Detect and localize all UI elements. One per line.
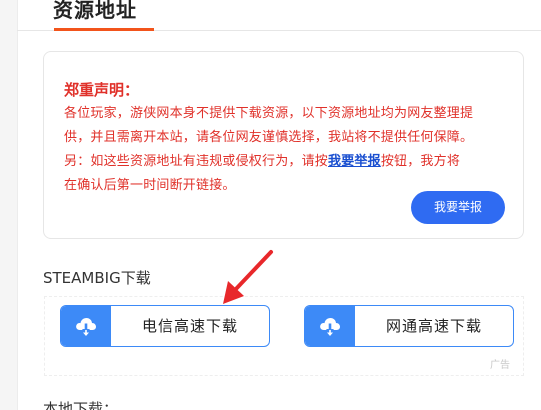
disclaimer-text: 按钮，我方将 (380, 154, 461, 169)
report-button[interactable]: 我要举报 (411, 191, 505, 224)
left-gutter (0, 0, 18, 410)
disclaimer-text: 另：如这些资源地址有违规或侵权行为，请按 (64, 154, 329, 169)
section-title: 资源地址 (53, 0, 137, 22)
report-link[interactable]: 我要举报 (328, 154, 381, 169)
steambig-download-label: STEAMBIG下载 (43, 269, 151, 287)
local-download-label: 本地下载： (43, 400, 119, 410)
section-header: 资源地址 (17, 0, 541, 32)
section-title-underline (54, 28, 154, 31)
disclaimer-line: 另：如这些资源地址有违规或侵权行为，请按我要举报按钮，我方将 (64, 150, 509, 174)
ad-label: 广告 (490, 360, 510, 371)
netcom-download-button[interactable]: 网通高速下载 (304, 305, 514, 347)
red-arrow-annotation (223, 250, 273, 304)
cloud-download-icon (76, 318, 96, 336)
disclaimer-card: 郑重声明： 各位玩家，游侠网本身不提供下载资源，以下资源地址均为网友整理提 供，… (43, 51, 524, 239)
disclaimer-line: 各位玩家，游侠网本身不提供下载资源，以下资源地址均为网友整理提 (64, 106, 474, 121)
download-icon-box (305, 306, 355, 346)
netcom-download-label: 网通高速下载 (385, 317, 482, 335)
cloud-download-icon (320, 318, 340, 336)
download-icon-box (61, 306, 111, 346)
disclaimer-title: 郑重声明： (64, 81, 140, 99)
disclaimer-line: 供，并且需离开本站，请各位网友谨慎选择，我站将不提供任何保障。 (64, 130, 474, 145)
disclaimer-body: 各位玩家，游侠网本身不提供下载资源，以下资源地址均为网友整理提 供，并且需离开本… (64, 102, 509, 198)
resource-page: 资源地址 郑重声明： 各位玩家，游侠网本身不提供下载资源，以下资源地址均为网友整… (0, 0, 541, 410)
telecom-download-label: 电信高速下载 (141, 317, 238, 335)
telecom-download-button[interactable]: 电信高速下载 (60, 305, 270, 347)
